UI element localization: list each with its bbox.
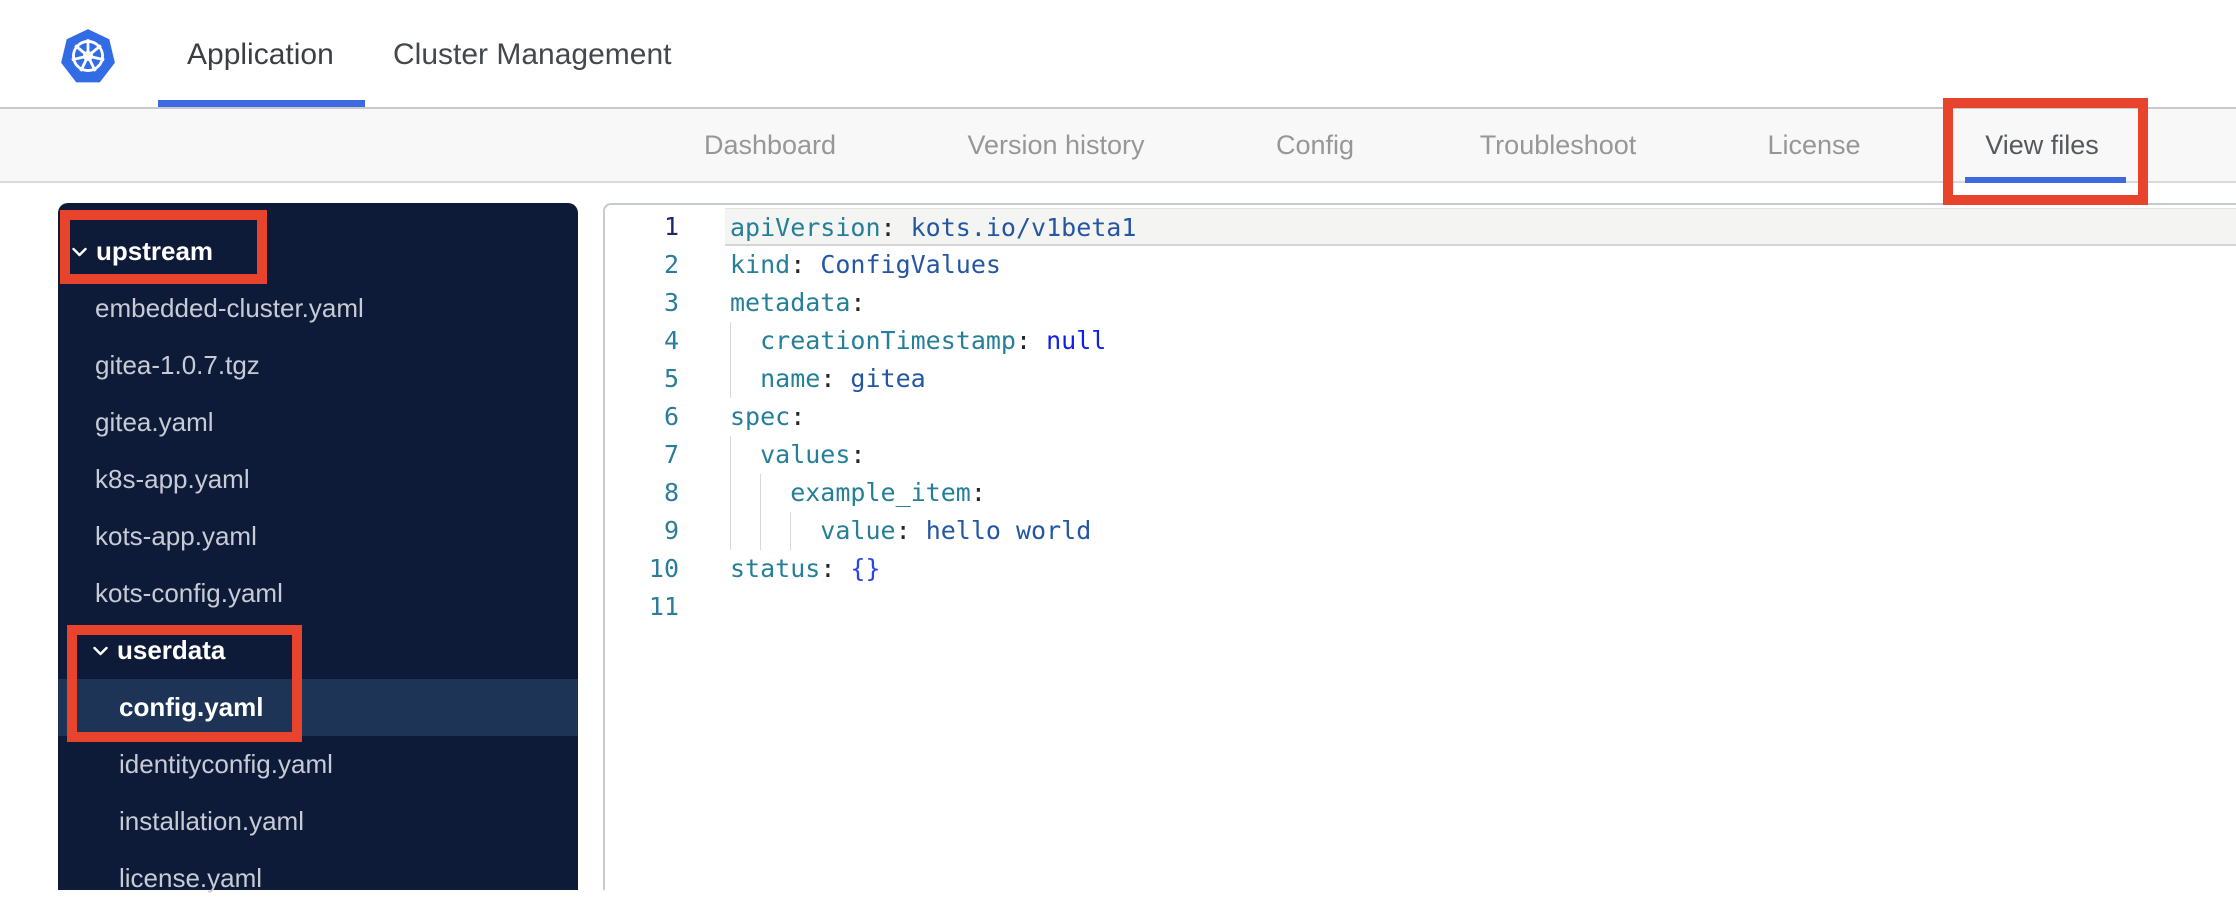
code-line-6: 6 spec: <box>605 398 2236 436</box>
tree-file-kots-config-yaml[interactable]: kots-config.yaml <box>58 565 578 622</box>
tree-folder-userdata[interactable]: userdata <box>58 622 578 679</box>
line-number: 6 <box>663 402 679 431</box>
code-text: name: gitea <box>725 360 2236 398</box>
tree-item-label: embedded-cluster.yaml <box>95 293 364 323</box>
code-text: example_item: <box>725 474 2236 512</box>
tree-item-label: kots-config.yaml <box>95 578 283 608</box>
line-number: 4 <box>663 326 679 355</box>
tree-file-gitea-1-0-7-tgz[interactable]: gitea-1.0.7.tgz <box>58 337 578 394</box>
code-line-2: 2 kind: ConfigValues <box>605 246 2236 284</box>
line-number: 10 <box>648 554 679 583</box>
indent-guide <box>730 474 731 512</box>
code-line-10: 10 status: {} <box>605 550 2236 588</box>
chevron-down-icon <box>93 646 108 656</box>
app-header: Application Cluster Management <box>0 0 2236 107</box>
line-number: 9 <box>663 516 679 545</box>
code-line-5: 5 name: gitea <box>605 360 2236 398</box>
tree-item-label: userdata <box>117 635 226 665</box>
chevron-down-icon <box>72 247 87 257</box>
line-number: 7 <box>663 440 679 469</box>
kubernetes-logo-icon <box>60 28 116 84</box>
code-text: value: hello world <box>725 512 2236 550</box>
app-subnav: Dashboard Version history Config Troublesho… <box>0 107 2236 183</box>
tab-application[interactable]: Application <box>187 38 334 72</box>
indent-guide <box>730 360 731 398</box>
code-text: metadata: <box>730 288 866 317</box>
subnav-tab-license[interactable]: License <box>1767 109 1860 181</box>
tree-item-label: upstream <box>96 236 214 266</box>
tree-item-label: license.yaml <box>119 863 263 893</box>
subnav-tab-troubleshoot[interactable]: Troubleshoot <box>1480 109 1637 181</box>
tree-file-embedded-cluster-yaml[interactable]: embedded-cluster.yaml <box>58 280 578 337</box>
tab-cluster-management[interactable]: Cluster Management <box>393 38 671 72</box>
code-text: kind: ConfigValues <box>730 250 1001 279</box>
indent-guide <box>730 322 731 360</box>
code-text: creationTimestamp: null <box>725 322 2236 360</box>
indent-guide <box>760 512 761 550</box>
tree-file-license-yaml[interactable]: license.yaml <box>58 850 578 907</box>
tree-file-k8s-app-yaml[interactable]: k8s-app.yaml <box>58 451 578 508</box>
active-tab-underline <box>158 100 365 107</box>
line-number: 3 <box>663 288 679 317</box>
indent-guide <box>790 512 791 550</box>
tree-item-label: identityconfig.yaml <box>119 749 333 779</box>
code-text: spec: <box>730 402 806 431</box>
tree-item-label: k8s-app.yaml <box>95 464 250 494</box>
indent-guide <box>730 436 731 474</box>
tree-file-identityconfig-yaml[interactable]: identityconfig.yaml <box>58 736 578 793</box>
tree-item-label: gitea-1.0.7.tgz <box>95 350 260 380</box>
tree-item-label: installation.yaml <box>119 806 304 836</box>
code-line-11: 11 <box>605 588 2236 626</box>
tree-file-installation-yaml[interactable]: installation.yaml <box>58 793 578 850</box>
code-text: status: {} <box>730 554 881 583</box>
yaml-file-viewer[interactable]: 1 apiVersion: kots.io/v1beta1 2 kind: Confi… <box>603 203 2236 890</box>
line-number: 1 <box>663 212 679 241</box>
code-line-9: 9 value: hello world <box>605 512 2236 550</box>
subnav-tab-version-history[interactable]: Version history <box>967 109 1144 181</box>
view-files-active-underline <box>1965 177 2126 183</box>
code-line-3: 3 metadata: <box>605 284 2236 322</box>
kots-admin-console: Application Cluster Management Dashboard… <box>0 0 2236 893</box>
tree-item-label: config.yaml <box>119 692 264 722</box>
line-number: 2 <box>663 250 679 279</box>
line-number: 5 <box>663 364 679 393</box>
subnav-tab-config[interactable]: Config <box>1276 109 1354 181</box>
file-tree-sidebar: upstream embedded-cluster.yaml gitea-1.0.7… <box>58 203 578 893</box>
code-line-4: 4 creationTimestamp: null <box>605 322 2236 360</box>
tree-file-config-yaml[interactable]: config.yaml <box>58 679 578 736</box>
tree-file-kots-app-yaml[interactable]: kots-app.yaml <box>58 508 578 565</box>
tree-item-label: gitea.yaml <box>95 407 214 437</box>
code-line-1: 1 apiVersion: kots.io/v1beta1 <box>605 208 2236 246</box>
code-text: apiVersion: kots.io/v1beta1 <box>725 208 2236 246</box>
indent-guide <box>760 474 761 512</box>
code-line-7: 7 values: <box>605 436 2236 474</box>
tree-item-label: kots-app.yaml <box>95 521 257 551</box>
code-text: values: <box>725 436 2236 474</box>
indent-guide <box>730 512 731 550</box>
line-number: 8 <box>663 478 679 507</box>
line-number: 11 <box>648 592 679 621</box>
subnav-tab-view-files[interactable]: View files <box>1985 109 2099 181</box>
code-line-8: 8 example_item: <box>605 474 2236 512</box>
tree-folder-upstream[interactable]: upstream <box>58 223 578 280</box>
tree-file-gitea-yaml[interactable]: gitea.yaml <box>58 394 578 451</box>
subnav-tab-dashboard[interactable]: Dashboard <box>704 109 836 181</box>
